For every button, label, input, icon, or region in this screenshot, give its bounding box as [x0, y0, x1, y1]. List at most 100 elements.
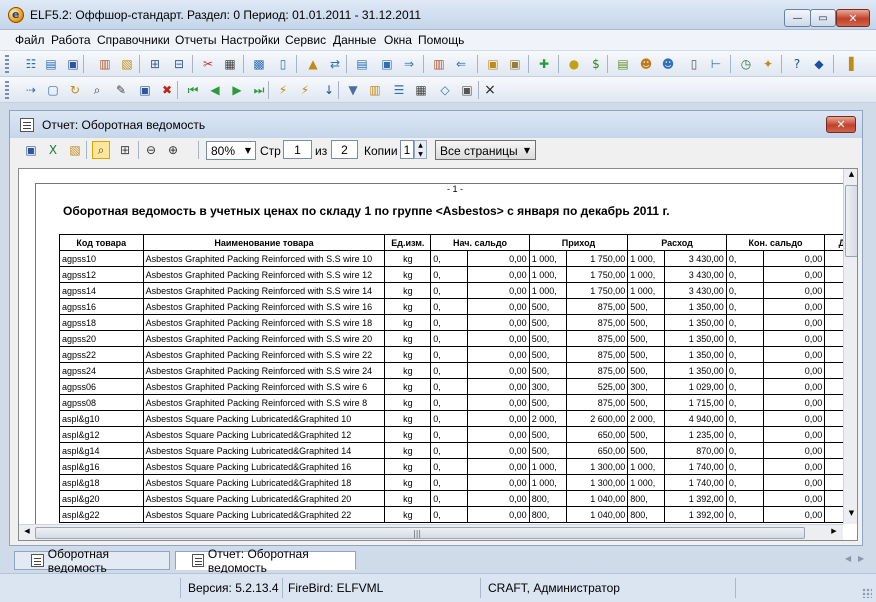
excel-icon[interactable]: X [44, 141, 62, 159]
save-icon[interactable]: ▣ [136, 81, 154, 99]
save-report-icon[interactable]: ▣ [22, 141, 40, 159]
clock-icon[interactable]: ◷ [737, 55, 755, 73]
wand2-icon[interactable]: ⚡ [296, 81, 314, 99]
table-cell: 1 750,00 [565, 282, 629, 299]
page-current-input[interactable]: 1 [283, 140, 312, 159]
pages-select[interactable]: Все страницы ▼ [435, 140, 536, 160]
menu-work[interactable]: Работа [51, 33, 91, 47]
table-cell: 1 029,00 [664, 378, 727, 395]
delete-icon[interactable]: ✖ [158, 81, 176, 99]
dollar-icon[interactable]: $ [587, 55, 605, 73]
folder-add-icon[interactable]: ▧ [118, 55, 136, 73]
find-icon[interactable]: ⌕ [88, 81, 106, 99]
document-icon[interactable]: ▯ [274, 55, 292, 73]
hierarchy-icon[interactable]: ⊞ [146, 55, 164, 73]
tree-view-icon[interactable]: ☷ [22, 55, 40, 73]
printer-icon[interactable]: ▦ [221, 55, 239, 73]
calendar-icon[interactable]: ▤ [353, 55, 371, 73]
docs-icon[interactable]: ▤ [614, 55, 632, 73]
tab-report-turnover[interactable]: Отчет: Оборотная ведомость [175, 547, 356, 575]
zoom-select[interactable]: 80% ▼ [206, 141, 256, 160]
menu-references[interactable]: Справочники [97, 33, 170, 47]
import-icon[interactable]: ⇐ [452, 55, 470, 73]
table-cell: Asbestos Graphited Packing Reinforced wi… [142, 378, 386, 395]
toolbar-grip[interactable] [5, 81, 9, 99]
maximize-button[interactable]: ▭ [810, 9, 836, 27]
report-window-close-button[interactable]: ✕ [826, 116, 856, 133]
page-setup-icon[interactable]: ⊞ [116, 141, 134, 159]
copies-spinner[interactable]: ▲ ▼ [414, 140, 427, 159]
menu-windows[interactable]: Окна [384, 33, 412, 47]
sort-icon[interactable]: ↓ [320, 81, 338, 99]
last-icon[interactable]: ⏭ [250, 81, 268, 99]
calculator-icon[interactable]: ▩ [250, 55, 268, 73]
wand-icon[interactable]: ⚡ [274, 81, 292, 99]
scroll-left-icon[interactable]: ◀ [20, 527, 34, 539]
tools-icon[interactable]: ✂ [199, 55, 217, 73]
menu-settings[interactable]: Настройки [221, 33, 280, 47]
table-cell: 0, [725, 266, 764, 283]
menu-data[interactable]: Данные [333, 33, 376, 47]
toolbar-grip[interactable] [5, 55, 9, 73]
transfer-icon[interactable]: ⇄ [326, 55, 344, 73]
table-cell: 1 350,00 [664, 362, 727, 379]
minimize-button[interactable]: — [784, 9, 811, 27]
scroll-right-icon[interactable]: ▶ [827, 527, 841, 539]
journal-icon[interactable]: ▥ [430, 55, 448, 73]
list-icon[interactable]: ☰ [390, 81, 408, 99]
settings-report-icon[interactable]: ▧ [66, 141, 84, 159]
close-button[interactable]: ✕ [836, 9, 870, 27]
structure-icon[interactable]: ⊟ [170, 55, 188, 73]
add-green-icon[interactable]: ✚ [535, 55, 553, 73]
settings-icon[interactable]: ✦ [759, 55, 777, 73]
resize-grip-icon[interactable] [862, 588, 872, 598]
menu-reports[interactable]: Отчеты [175, 33, 216, 47]
columns-icon[interactable]: ▥ [366, 81, 384, 99]
books-icon[interactable]: ▥ [96, 55, 114, 73]
report-preview[interactable]: - 1 - Оборотная ведомость в учетных цена… [18, 168, 858, 541]
edit-icon[interactable]: ✎ [112, 81, 130, 99]
image-icon[interactable]: ▣ [378, 55, 396, 73]
preview-icon[interactable]: ⌕ [92, 141, 110, 159]
copies-input[interactable]: 1 [400, 140, 414, 159]
coin-icon[interactable]: ● [565, 55, 583, 73]
code-icon[interactable]: ◇ [436, 81, 454, 99]
prev-icon[interactable]: ◀ [206, 81, 224, 99]
table-cell: 0, [430, 458, 469, 475]
scroll-down-icon[interactable]: ▼ [844, 509, 857, 523]
menu-help[interactable]: Помощь [418, 33, 464, 47]
copy-icon[interactable]: ▢ [44, 81, 62, 99]
menu-service[interactable]: Сервис [285, 33, 326, 47]
insert-icon[interactable]: ⇢ [22, 81, 40, 99]
tab-prev-icon[interactable]: ◀ [845, 554, 851, 563]
user-icon[interactable]: ☻ [637, 55, 655, 73]
export-icon[interactable]: ⇒ [400, 55, 418, 73]
refresh-icon[interactable]: ↻ [66, 81, 84, 99]
package-icon[interactable]: ▣ [484, 55, 502, 73]
diamond-icon[interactable]: ◆ [810, 55, 828, 73]
tab-next-icon[interactable]: ▶ [858, 554, 864, 563]
save-as-icon[interactable]: ▣ [458, 81, 476, 99]
toolbar-close-icon[interactable]: × [481, 81, 499, 99]
box-icon[interactable]: ▣ [64, 55, 82, 73]
next-icon[interactable]: ▶ [228, 81, 246, 99]
zoom-in-icon[interactable]: ⊕ [164, 141, 182, 159]
menu-file[interactable]: Файл [15, 33, 45, 47]
exit-icon[interactable]: ▐ [840, 55, 858, 73]
package2-icon[interactable]: ▣ [506, 55, 524, 73]
scroll-up-icon[interactable]: ▲ [844, 170, 857, 184]
users-icon[interactable]: ☻ [659, 55, 677, 73]
first-icon[interactable]: ⏮ [184, 81, 202, 99]
vertical-scroll-thumb[interactable] [845, 185, 857, 257]
print-icon[interactable]: ▦ [412, 81, 430, 99]
tab-turnover[interactable]: Оборотная ведомость [14, 547, 170, 575]
grid-view-icon[interactable]: ▤ [42, 55, 60, 73]
tree-icon[interactable]: ⊢ [707, 55, 725, 73]
zoom-out-icon[interactable]: ⊖ [142, 141, 160, 159]
help-icon[interactable]: ? [788, 55, 806, 73]
page-icon[interactable]: ▯ [685, 55, 703, 73]
filter-icon[interactable]: ▼ [344, 81, 362, 99]
vertical-scrollbar[interactable]: ▲ ▼ [843, 169, 857, 524]
horizontal-scrollbar[interactable]: ◀ ||| ▶ [19, 524, 843, 540]
lock-icon[interactable]: ▲ [304, 55, 322, 73]
